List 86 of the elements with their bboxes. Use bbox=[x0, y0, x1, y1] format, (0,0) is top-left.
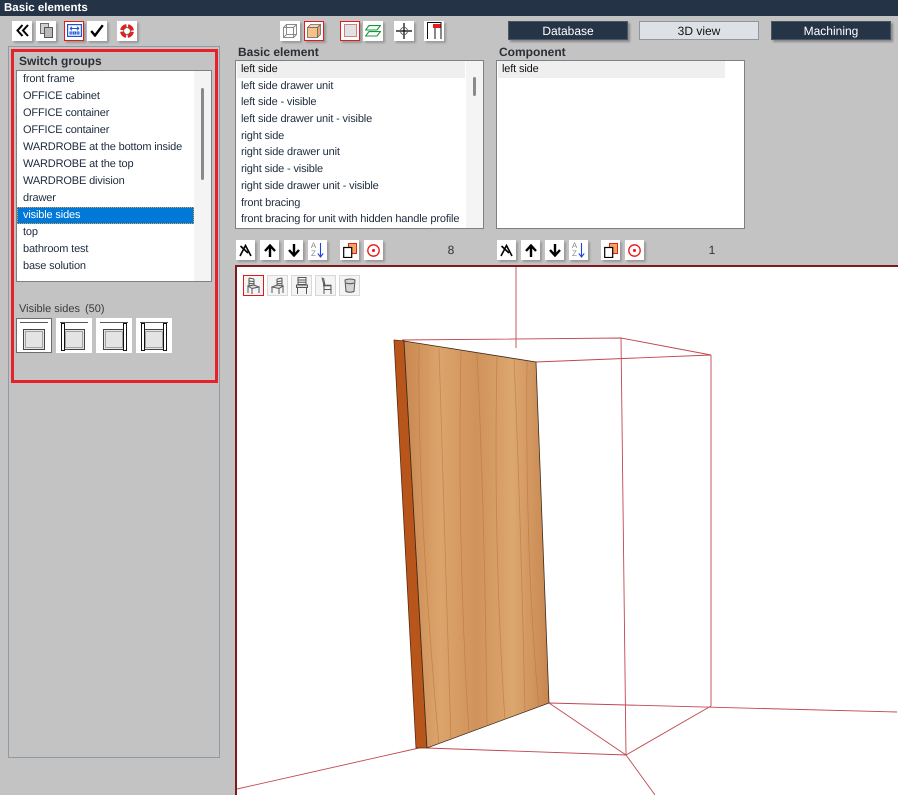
fit-width-icon bbox=[66, 24, 82, 37]
list-item[interactable]: OFFICE container bbox=[17, 122, 194, 139]
list-title: Component bbox=[498, 45, 567, 60]
layers-icon bbox=[365, 24, 381, 36]
list-item[interactable]: visible sides bbox=[17, 207, 194, 224]
lifebuoy-icon bbox=[120, 24, 134, 38]
list-item[interactable]: left side - visible bbox=[237, 94, 465, 112]
list-item[interactable]: left side bbox=[237, 61, 465, 78]
view-tab[interactable]: 3D view bbox=[639, 21, 759, 40]
component-list[interactable]: left side bbox=[496, 60, 745, 229]
list-item[interactable]: right side drawer unit bbox=[237, 144, 465, 162]
list-title: Switch groups bbox=[18, 53, 103, 70]
list-item[interactable]: left side drawer unit - visible bbox=[237, 111, 465, 128]
move-down-button[interactable] bbox=[545, 240, 564, 260]
chair-icon bbox=[296, 277, 308, 294]
cross-icon bbox=[500, 244, 513, 256]
cabinet-sides-icon bbox=[99, 320, 129, 350]
arrow-down-icon bbox=[548, 244, 560, 256]
target-button[interactable] bbox=[625, 240, 644, 260]
scrollbar[interactable] bbox=[194, 71, 211, 281]
remove-button[interactable] bbox=[497, 240, 516, 260]
option-label: Visible sides bbox=[19, 302, 80, 316]
list-item[interactable]: bathroom test bbox=[17, 241, 194, 258]
chair-icon bbox=[271, 277, 284, 294]
basic-element-list[interactable] bbox=[235, 60, 484, 229]
list-item[interactable]: WARDROBE at the top bbox=[17, 156, 194, 173]
list-item[interactable]: left side bbox=[498, 61, 725, 78]
option-count: (50) bbox=[84, 302, 105, 316]
view-tab[interactable]: Database bbox=[508, 21, 628, 40]
arrow-up-icon bbox=[264, 244, 276, 256]
double-chevron-icon bbox=[16, 24, 28, 37]
toolbar-button[interactable] bbox=[64, 20, 84, 40]
duplicate-button[interactable] bbox=[601, 240, 620, 260]
switch-groups-list[interactable]: front frame OFFICE cabinet OFFICE container OFFICE container WARDROBE at the bottom inside WARDROBE at the top WARDROBE division drawer visible sides top bathroom test base solution bbox=[16, 70, 212, 282]
move-up-button[interactable] bbox=[260, 240, 279, 260]
cube-icon bbox=[307, 24, 321, 38]
list-item[interactable]: left side drawer unit bbox=[237, 78, 465, 94]
move-up-button[interactable] bbox=[521, 240, 540, 260]
list-item[interactable]: front bracing for unit with hidden handle profile bbox=[237, 211, 465, 228]
cabinet-sides-icon bbox=[139, 320, 169, 350]
move-down-button[interactable] bbox=[284, 240, 303, 260]
list-item[interactable]: front bracing bbox=[237, 194, 465, 212]
list-item[interactable]: right side - visible bbox=[237, 161, 465, 178]
sort-button[interactable]: A Z bbox=[569, 240, 588, 260]
list-item[interactable]: WARDROBE division bbox=[17, 173, 194, 190]
copy-icon bbox=[342, 242, 356, 258]
target-button[interactable] bbox=[364, 240, 383, 260]
target-icon bbox=[367, 244, 380, 256]
list-item[interactable]: right side bbox=[237, 128, 465, 144]
copy-icon bbox=[604, 242, 618, 258]
side-option-button[interactable] bbox=[16, 318, 52, 353]
chair-icon bbox=[320, 277, 332, 294]
window-title: Basic elements bbox=[4, 1, 88, 15]
square-icon bbox=[344, 24, 356, 37]
sort-arrow-icon bbox=[317, 242, 324, 258]
item-count: 8 bbox=[446, 243, 456, 257]
cross-icon bbox=[239, 244, 252, 256]
cabinet-sides-icon bbox=[59, 320, 89, 350]
list-item[interactable]: WARDROBE at the bottom inside bbox=[17, 139, 194, 156]
sort-arrow-icon bbox=[578, 242, 586, 258]
copy-icon bbox=[40, 23, 52, 38]
arrow-down-icon bbox=[288, 244, 300, 256]
chair-icon bbox=[247, 277, 260, 294]
remove-button[interactable] bbox=[236, 240, 255, 260]
stool-icon bbox=[344, 278, 356, 293]
target-icon bbox=[628, 244, 641, 256]
view-mode-button[interactable] bbox=[243, 275, 264, 296]
checkmark-icon bbox=[90, 24, 104, 37]
view-tab[interactable]: Machining bbox=[771, 21, 891, 40]
list-item[interactable]: right side drawer unit - visible bbox=[237, 178, 465, 194]
duplicate-button[interactable] bbox=[340, 240, 359, 260]
wireframe-cube-icon bbox=[283, 24, 297, 38]
list-item[interactable]: base solution bbox=[17, 258, 194, 275]
list-title: Basic element bbox=[237, 45, 320, 60]
flag-icon bbox=[426, 22, 442, 39]
list-item[interactable]: drawer bbox=[17, 190, 194, 207]
cabinet-sides-icon bbox=[19, 320, 49, 350]
scrollbar[interactable] bbox=[466, 61, 483, 228]
sort-button[interactable]: A Z bbox=[308, 240, 327, 260]
arrow-up-icon bbox=[524, 244, 536, 256]
item-count: 1 bbox=[708, 243, 716, 257]
list-item[interactable]: front frame bbox=[17, 71, 194, 88]
list-item[interactable]: OFFICE cabinet bbox=[17, 88, 194, 105]
crosshair-icon bbox=[396, 22, 412, 38]
list-item[interactable]: top bbox=[17, 224, 194, 241]
list-item[interactable]: OFFICE container bbox=[17, 105, 194, 122]
